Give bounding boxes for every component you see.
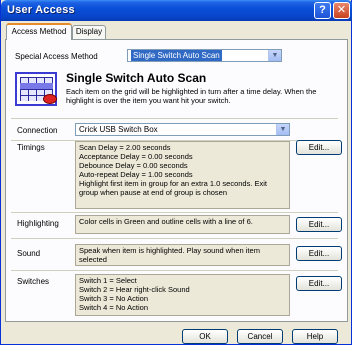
- switch-button-graphic: [43, 94, 57, 104]
- switches-summary: Switch 1 = Select Switch 2 = Hear right-…: [75, 274, 290, 316]
- divider: [11, 270, 338, 271]
- switch-line: Switch 1 = Select: [79, 276, 137, 285]
- tab-display[interactable]: Display: [72, 25, 106, 39]
- timings-line: Highlight first item in group for an ext…: [79, 179, 268, 197]
- help-title-button[interactable]: ?: [314, 2, 331, 19]
- window-title: User Access: [7, 4, 75, 16]
- highlighting-edit-button[interactable]: Edit...: [296, 217, 342, 232]
- sound-label: Sound: [17, 249, 41, 258]
- highlighting-label: Highlighting: [17, 219, 59, 228]
- ok-button[interactable]: OK: [182, 329, 228, 344]
- timings-label: Timings: [17, 143, 45, 152]
- divider: [11, 212, 338, 213]
- switch-line: Switch 4 = No Action: [79, 303, 148, 312]
- timings-edit-button[interactable]: Edit...: [296, 140, 342, 155]
- divider: [11, 238, 338, 239]
- special-access-method-value: Single Switch Auto Scan: [131, 50, 222, 61]
- method-description: Each item on the grid will be highlighte…: [66, 87, 317, 105]
- highlight-row-graphic: [20, 83, 53, 89]
- switches-label: Switches: [17, 277, 50, 286]
- title-bar[interactable]: User Access ? ✕: [1, 0, 352, 21]
- sound-edit-button[interactable]: Edit...: [296, 246, 342, 261]
- timings-line: Scan Delay = 2.00 seconds: [79, 143, 171, 152]
- switches-edit-button[interactable]: Edit...: [296, 276, 342, 291]
- highlighting-summary: Color cells in Green and outline cells w…: [75, 215, 290, 234]
- switch-line: Switch 3 = No Action: [79, 294, 148, 303]
- method-heading: Single Switch Auto Scan: [66, 71, 207, 85]
- connection-label: Connection: [17, 126, 58, 135]
- special-access-method-select[interactable]: Single Switch Auto Scan ▼: [127, 49, 282, 62]
- timings-summary: Scan Delay = 2.00 seconds Acceptance Del…: [75, 141, 290, 209]
- switch-scan-icon: [15, 72, 57, 106]
- switch-line: Switch 2 = Hear right-click Sound: [79, 285, 190, 294]
- chevron-down-icon[interactable]: ▼: [276, 124, 289, 135]
- connection-select[interactable]: Crick USB Switch Box ▼: [75, 123, 290, 136]
- timings-line: Acceptance Delay = 0.00 seconds: [79, 152, 193, 161]
- connection-value: Crick USB Switch Box: [79, 125, 158, 134]
- close-button[interactable]: ✕: [333, 2, 350, 19]
- divider: [11, 118, 338, 119]
- timings-line: Auto-repeat Delay = 1.00 seconds: [79, 170, 193, 179]
- cancel-button[interactable]: Cancel: [237, 329, 283, 344]
- help-button[interactable]: Help: [292, 329, 338, 344]
- timings-line: Debounce Delay = 0.00 seconds: [79, 161, 188, 170]
- special-access-method-label: Special Access Method: [15, 52, 98, 61]
- tab-access-method[interactable]: Access Method: [6, 23, 72, 40]
- user-access-dialog: User Access ? ✕ Access Method Display Sp…: [0, 0, 352, 345]
- chevron-down-icon[interactable]: ▼: [268, 50, 281, 61]
- sound-summary: Speak when item is highlighted. Play sou…: [75, 244, 290, 266]
